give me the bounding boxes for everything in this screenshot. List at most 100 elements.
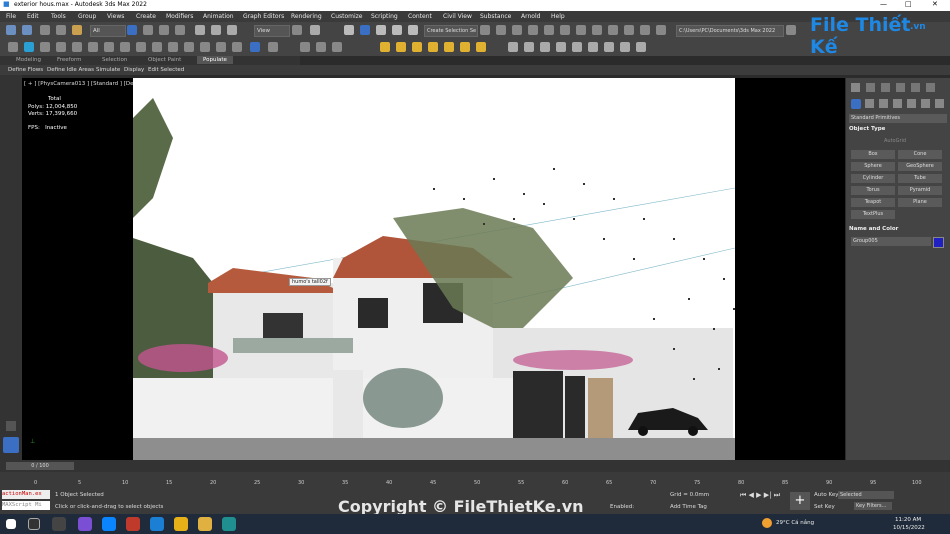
motion-icon[interactable]	[200, 42, 210, 52]
edit-selected-button[interactable]: Edit Selected	[148, 67, 184, 73]
schematic-view-icon[interactable]	[560, 25, 570, 35]
undo-icon[interactable]	[6, 25, 16, 35]
sphere-button[interactable]: Sphere	[851, 162, 895, 171]
window-crossing-icon[interactable]	[175, 25, 185, 35]
key-filters-button[interactable]: Key Filters...	[854, 502, 892, 510]
hierarchy-tab-icon[interactable]	[881, 83, 890, 92]
vray-sun-icon[interactable]	[332, 42, 342, 52]
object-type-rollout-header[interactable]: Object Type	[849, 126, 945, 135]
mesh-light-icon[interactable]	[444, 42, 454, 52]
move-icon[interactable]	[195, 25, 205, 35]
start-icon[interactable]	[6, 519, 16, 529]
teapot-button[interactable]: Teapot	[851, 198, 895, 207]
modify-tab-icon[interactable]	[866, 83, 875, 92]
align-icon[interactable]	[496, 25, 506, 35]
create-icon[interactable]	[232, 42, 242, 52]
helpers-category-icon[interactable]	[907, 99, 916, 108]
tube-button[interactable]: Tube	[898, 174, 942, 183]
name-color-rollout-header[interactable]: Name and Color	[849, 226, 945, 235]
menu-scripting[interactable]: Scripting	[371, 13, 398, 20]
file-explorer-icon[interactable]	[198, 517, 212, 531]
percent-snap-icon[interactable]	[376, 25, 386, 35]
rectangular-selection-icon[interactable]	[159, 25, 169, 35]
box-button[interactable]: Box	[851, 150, 895, 159]
utilities-tab-icon[interactable]	[926, 83, 935, 92]
redo-icon[interactable]	[22, 25, 32, 35]
select-manipulate-icon[interactable]	[310, 25, 320, 35]
curve-editor-icon[interactable]	[544, 25, 554, 35]
close-button[interactable]: ✕	[932, 0, 938, 8]
scene-render[interactable]: humo's tall02f	[133, 78, 735, 460]
cameras-category-icon[interactable]	[893, 99, 902, 108]
geosphere-button[interactable]: GeoSphere	[898, 162, 942, 171]
autocad-icon[interactable]	[126, 517, 140, 531]
utilities-icon[interactable]	[168, 42, 178, 52]
weather-text[interactable]: 29°C Cá nắng	[776, 520, 814, 526]
camera-icon[interactable]	[104, 42, 114, 52]
space-warps-category-icon[interactable]	[921, 99, 930, 108]
vray-render-icon[interactable]	[300, 42, 310, 52]
rotate-icon[interactable]	[211, 25, 221, 35]
display-icon[interactable]	[152, 42, 162, 52]
menu-views[interactable]: Views	[107, 13, 124, 20]
object-color-swatch[interactable]	[933, 237, 944, 248]
primitive-type-select[interactable]: Standard Primitives	[849, 114, 947, 123]
menu-create[interactable]: Create	[136, 13, 156, 20]
rendered-frame-window-icon[interactable]	[608, 25, 618, 35]
maxscript-listener-output[interactable]: actionMan.ex	[2, 490, 50, 499]
cylinder-button[interactable]: Cylinder	[851, 174, 895, 183]
menu-modifiers[interactable]: Modifiers	[166, 13, 193, 20]
project-path-input[interactable]: C:\Users\PC\Documents\3ds Max 2022	[676, 25, 784, 37]
menu-content[interactable]: Content	[408, 13, 432, 20]
light-icon[interactable]	[24, 42, 34, 52]
set-key-button[interactable]: Set Key	[814, 504, 835, 510]
hierarchy-icon[interactable]	[184, 42, 194, 52]
edit-named-selection-icon[interactable]	[408, 25, 418, 35]
viewport-layout-active-icon[interactable]	[3, 437, 19, 453]
timeline[interactable]: 0 5 10 15 20 25 30 35 40 45 50 55 60 65 …	[0, 472, 950, 488]
a360-gallery-icon[interactable]	[656, 25, 666, 35]
menu-tools[interactable]: Tools	[51, 13, 66, 20]
sun-icon[interactable]	[380, 42, 390, 52]
viewport-layout-tab-icon[interactable]	[6, 421, 16, 431]
playback-controls-icon[interactable]: ⏮ ◀ ▶ ▶| ⏭	[740, 491, 780, 500]
project-folder-icon[interactable]	[786, 25, 796, 35]
textplus-button[interactable]: TextPlus	[851, 210, 895, 219]
scale-icon[interactable]	[227, 25, 237, 35]
menu-civil-view[interactable]: Civil View	[443, 13, 472, 20]
select-object-icon[interactable]	[127, 25, 137, 35]
systems-category-icon[interactable]	[935, 99, 944, 108]
shapes-icon[interactable]	[120, 42, 130, 52]
unlink-icon[interactable]	[56, 25, 66, 35]
pyramid-button[interactable]: Pyramid	[898, 186, 942, 195]
render-in-cloud-icon[interactable]	[640, 25, 650, 35]
fog-icon[interactable]	[40, 42, 50, 52]
vray-light-icon[interactable]	[316, 42, 326, 52]
helpers-icon[interactable]	[56, 42, 66, 52]
render-setup-icon[interactable]	[592, 25, 602, 35]
time-slider[interactable]: 0 / 100	[6, 462, 74, 470]
select-by-name-icon[interactable]	[143, 25, 153, 35]
chaos-cosmos-icon[interactable]	[604, 42, 614, 52]
3ds-max-taskbar-icon[interactable]	[222, 517, 236, 531]
cone-button[interactable]: Cone	[898, 150, 942, 159]
tab-populate[interactable]: Populate	[197, 56, 233, 64]
key-mode-select[interactable]: Selected	[838, 491, 894, 499]
define-flows-button[interactable]: Define Flows	[8, 67, 43, 73]
space-warps-icon[interactable]	[88, 42, 98, 52]
motion-tab-icon[interactable]	[896, 83, 905, 92]
pivot-icon[interactable]	[292, 25, 302, 35]
maximize-button[interactable]: □	[905, 0, 912, 8]
named-selection-set-input[interactable]: Create Selection Se	[424, 25, 478, 37]
lights-category-icon[interactable]	[879, 99, 888, 108]
adaptive-degradation-enabled[interactable]: Enabled:	[610, 504, 634, 510]
add-time-tag-button[interactable]: Add Time Tag	[670, 504, 707, 510]
shapes-category-icon[interactable]	[865, 99, 874, 108]
task-view-icon[interactable]	[52, 517, 66, 531]
place-icon[interactable]	[8, 42, 18, 52]
plane-button[interactable]: Plane	[898, 198, 942, 207]
simulate-button[interactable]: Simulate	[96, 67, 120, 73]
define-idle-areas-button[interactable]: Define Idle Areas	[47, 67, 94, 73]
teams-icon[interactable]	[78, 517, 92, 531]
clock-time[interactable]: 11:20 AM	[895, 517, 921, 523]
